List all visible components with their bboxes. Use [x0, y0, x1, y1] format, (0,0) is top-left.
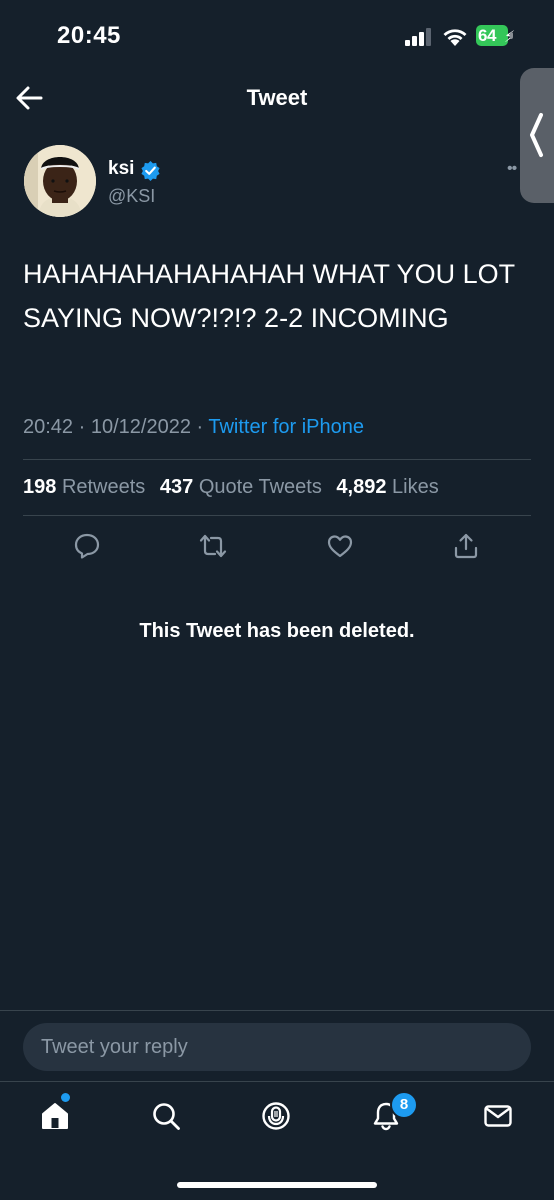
divider [23, 515, 531, 516]
spaces-icon[interactable] [260, 1100, 292, 1132]
home-indicator [177, 1182, 377, 1188]
divider [0, 1010, 554, 1011]
meta-separator: · [196, 416, 209, 438]
author-name[interactable]: ksi [108, 158, 134, 180]
reply-input[interactable] [23, 1023, 531, 1071]
quote-tweets-count: 437 [159, 476, 194, 498]
share-icon[interactable] [452, 532, 480, 560]
tweet-time: 20:42 [23, 416, 74, 438]
side-panel-handle[interactable] [520, 68, 554, 203]
home-icon[interactable] [39, 1100, 71, 1132]
tweet-stats: 198 Retweets 437 Quote Tweets 4,892 Like… [23, 476, 448, 499]
retweets-label: Retweets [61, 476, 146, 498]
tweet-detail-screen: 20:45 64 ⚡ Tweet [0, 0, 554, 1200]
divider [0, 1081, 554, 1082]
tweet-source-link[interactable]: Twitter for iPhone [208, 416, 364, 438]
verified-badge-icon [141, 160, 160, 181]
wifi-icon [443, 29, 467, 46]
header: Tweet [0, 74, 554, 124]
avatar[interactable] [24, 145, 96, 217]
quote-tweets-stat[interactable]: 437 Quote Tweets [160, 476, 331, 498]
messages-icon[interactable] [482, 1100, 514, 1132]
status-time: 20:45 [57, 22, 121, 49]
avatar-image [24, 145, 96, 217]
battery-level: 64 [478, 26, 496, 45]
status-bar: 20:45 64 ⚡ [0, 0, 554, 74]
likes-count: 4,892 [336, 476, 387, 498]
notifications-badge: 8 [390, 1091, 418, 1119]
author-handle[interactable]: @KSI [108, 186, 155, 207]
quote-tweets-label: Quote Tweets [198, 476, 322, 498]
page-title: Tweet [246, 85, 308, 110]
chevron-left-icon [530, 113, 543, 157]
tweet-text: HAHAHAHAHAHAHAH WHAT YOU LOT SAYING NOW?… [23, 259, 515, 333]
deleted-tweet-notice: This Tweet has been deleted. [139, 620, 415, 642]
likes-stat[interactable]: 4,892 Likes [336, 476, 447, 498]
retweets-count: 198 [23, 476, 57, 498]
cellular-signal-icon [405, 28, 431, 46]
retweet-icon[interactable] [199, 532, 227, 560]
retweets-stat[interactable]: 198 Retweets [23, 476, 154, 498]
meta-separator: · [78, 416, 91, 438]
tweet-metadata: 20:42 · 10/12/2022 · Twitter for iPhone [23, 416, 364, 439]
likes-label: Likes [392, 476, 439, 498]
like-icon[interactable] [326, 532, 354, 560]
tweet-date: 10/12/2022 [90, 416, 191, 438]
search-icon[interactable] [150, 1100, 182, 1132]
divider [23, 459, 531, 460]
more-options-icon[interactable]: •• [507, 160, 517, 178]
home-unread-dot [61, 1093, 70, 1102]
reply-icon[interactable] [73, 532, 101, 560]
battery-charging-icon: 64 ⚡ [476, 25, 515, 46]
